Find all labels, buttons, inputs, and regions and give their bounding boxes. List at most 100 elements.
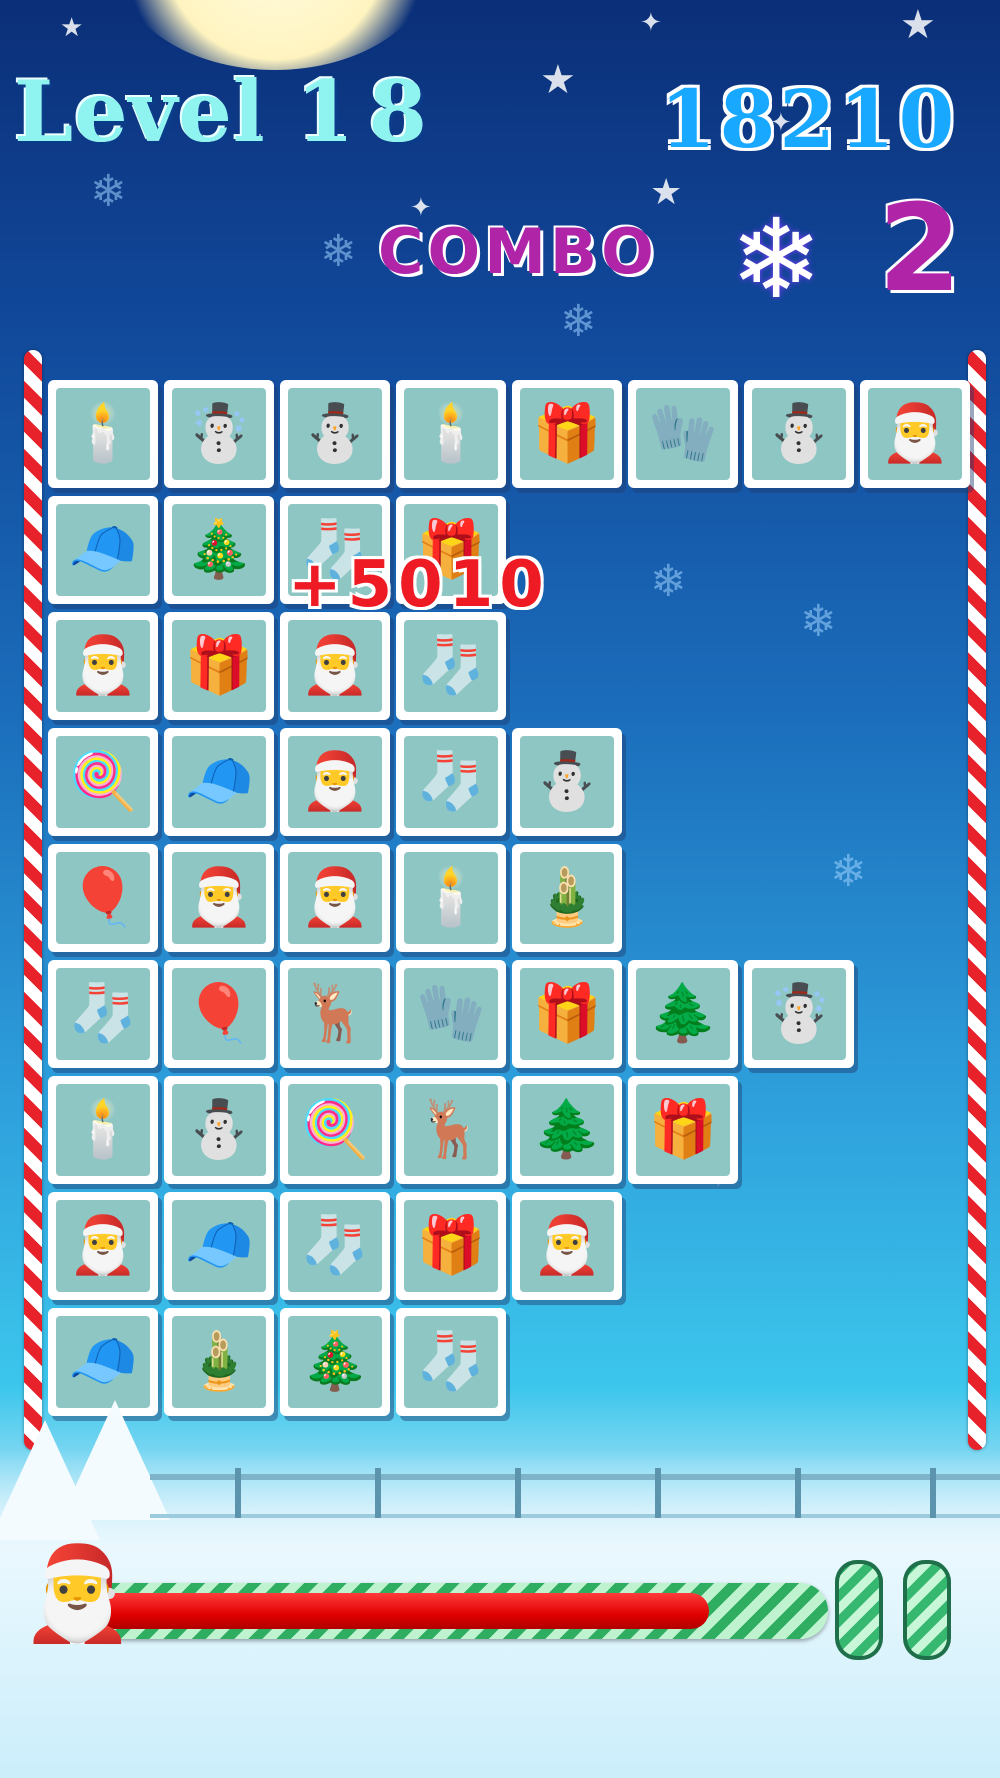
tile-striped-tree[interactable]: 🌲: [512, 1076, 622, 1184]
ornaments-icon: 🎈: [172, 968, 266, 1060]
reindeer-icon: 🦌: [288, 968, 382, 1060]
tile-santa-hat[interactable]: 🧢: [164, 1192, 274, 1300]
candle-icon: 🕯️: [404, 388, 498, 480]
santa-icon: 🎅: [288, 736, 382, 828]
snowcouple-icon: ☃️: [172, 388, 266, 480]
timer-bar: [82, 1583, 828, 1639]
tile-striped-tree[interactable]: 🌲: [628, 960, 738, 1068]
tile-candle[interactable]: 🕯️: [396, 380, 506, 488]
tile-gift-purple[interactable]: 🎁: [396, 1192, 506, 1300]
pause-bar: [903, 1560, 951, 1660]
santa-hat-icon: 🧢: [172, 1200, 266, 1292]
tile-xmas-tree[interactable]: 🎄: [280, 1308, 390, 1416]
snowcouple-icon: ☃️: [752, 968, 846, 1060]
fence-post: [795, 1468, 801, 1518]
tile-mitten[interactable]: 🧤: [396, 960, 506, 1068]
tile-gift-yellow[interactable]: 🎁: [512, 380, 622, 488]
tile-santa[interactable]: 🎅: [512, 1192, 622, 1300]
tile-candy-cane[interactable]: 🍭: [48, 728, 158, 836]
tile-xmas-tree[interactable]: 🎄: [164, 496, 274, 604]
stocking-icon: 🧦: [404, 620, 498, 712]
tile-santa-box[interactable]: 🎅: [280, 612, 390, 720]
mitten-icon: 🧤: [404, 968, 498, 1060]
gift-yellow-icon: 🎁: [172, 620, 266, 712]
tile-gift-yellow[interactable]: 🎁: [164, 612, 274, 720]
tile-snowcouple[interactable]: ☃️: [164, 380, 274, 488]
tile-santa[interactable]: 🎅: [48, 1192, 158, 1300]
tile-gift-purple[interactable]: 🎁: [512, 960, 622, 1068]
striped-tree-icon: 🌲: [636, 968, 730, 1060]
candle-icon: 🕯️: [404, 852, 498, 944]
tile-wreath[interactable]: 🎍: [512, 844, 622, 952]
tile-santa-box[interactable]: 🎅: [860, 380, 970, 488]
gift-yellow-icon: 🎁: [520, 388, 614, 480]
tile-ornaments[interactable]: 🎈: [164, 960, 274, 1068]
tile-stocking[interactable]: 🧦: [48, 960, 158, 1068]
candy-cane-icon: 🍭: [288, 1084, 382, 1176]
timer-fill: [92, 1593, 709, 1629]
tile-santa[interactable]: 🎅: [164, 844, 274, 952]
tile-snowman[interactable]: ⛄: [280, 380, 390, 488]
pause-button[interactable]: [835, 1560, 951, 1660]
candle-icon: 🕯️: [56, 1084, 150, 1176]
gift-purple-icon: 🎁: [404, 1200, 498, 1292]
santa-icon: 🎅: [56, 1200, 150, 1292]
santa-hat-icon: 🧢: [56, 504, 150, 596]
tile-santa-box[interactable]: 🎅: [48, 612, 158, 720]
tile-santa-hat[interactable]: 🧢: [164, 728, 274, 836]
score-popup: +5010: [288, 548, 550, 622]
tile-stocking[interactable]: 🧦: [396, 728, 506, 836]
candy-cane-icon: 🍭: [56, 736, 150, 828]
mitten-icon: 🧤: [636, 388, 730, 480]
tile-wreath[interactable]: 🎍: [164, 1308, 274, 1416]
stocking-icon: 🧦: [404, 736, 498, 828]
tile-gift-yellow[interactable]: 🎁: [628, 1076, 738, 1184]
tile-snowman[interactable]: ⛄: [744, 380, 854, 488]
santa-icon: 🎅: [520, 1200, 614, 1292]
fence-post: [375, 1468, 381, 1518]
stocking-icon: 🧦: [288, 1200, 382, 1292]
wreath-icon: 🎍: [172, 1316, 266, 1408]
santa-hat-icon: 🧢: [56, 1316, 150, 1408]
ornaments-icon: 🎈: [56, 852, 150, 944]
tile-candle[interactable]: 🕯️: [48, 1076, 158, 1184]
tile-snowman[interactable]: ⛄: [164, 1076, 274, 1184]
snowman-icon: ⛄: [172, 1084, 266, 1176]
snowman-icon: ⛄: [520, 736, 614, 828]
fence-post: [655, 1468, 661, 1518]
fence-post: [515, 1468, 521, 1518]
santa-box-icon: 🎅: [56, 620, 150, 712]
wreath-icon: 🎍: [520, 852, 614, 944]
tile-snowcouple[interactable]: ☃️: [744, 960, 854, 1068]
tile-santa-box[interactable]: 🎅: [280, 844, 390, 952]
stocking-icon: 🧦: [404, 1316, 498, 1408]
reindeer-icon: 🦌: [404, 1084, 498, 1176]
tile-candle[interactable]: 🕯️: [396, 844, 506, 952]
stocking-icon: 🧦: [56, 968, 150, 1060]
tile-santa[interactable]: 🎅: [280, 728, 390, 836]
santa-icon: 🎅: [172, 852, 266, 944]
tile-stocking[interactable]: 🧦: [396, 612, 506, 720]
santa-box-icon: 🎅: [868, 388, 962, 480]
tile-stocking[interactable]: 🧦: [396, 1308, 506, 1416]
tile-snowman[interactable]: ⛄: [512, 728, 622, 836]
xmas-tree-icon: 🎄: [172, 504, 266, 596]
xmas-tree-icon: 🎄: [288, 1316, 382, 1408]
tile-reindeer[interactable]: 🦌: [280, 960, 390, 1068]
tile-santa-hat[interactable]: 🧢: [48, 496, 158, 604]
tile-ornaments[interactable]: 🎈: [48, 844, 158, 952]
pause-bar: [835, 1560, 883, 1660]
gift-purple-icon: 🎁: [520, 968, 614, 1060]
tile-mitten[interactable]: 🧤: [628, 380, 738, 488]
tile-candle[interactable]: 🕯️: [48, 380, 158, 488]
santa-hat-icon: 🧢: [172, 736, 266, 828]
santa-hat-holly-icon: 🎅: [20, 1540, 135, 1647]
tile-candy-cane[interactable]: 🍭: [280, 1076, 390, 1184]
candle-icon: 🕯️: [56, 388, 150, 480]
gift-yellow-icon: 🎁: [636, 1084, 730, 1176]
fence-post: [235, 1468, 241, 1518]
tile-stocking[interactable]: 🧦: [280, 1192, 390, 1300]
santa-box-icon: 🎅: [288, 852, 382, 944]
fence: [150, 1468, 1000, 1518]
tile-reindeer[interactable]: 🦌: [396, 1076, 506, 1184]
